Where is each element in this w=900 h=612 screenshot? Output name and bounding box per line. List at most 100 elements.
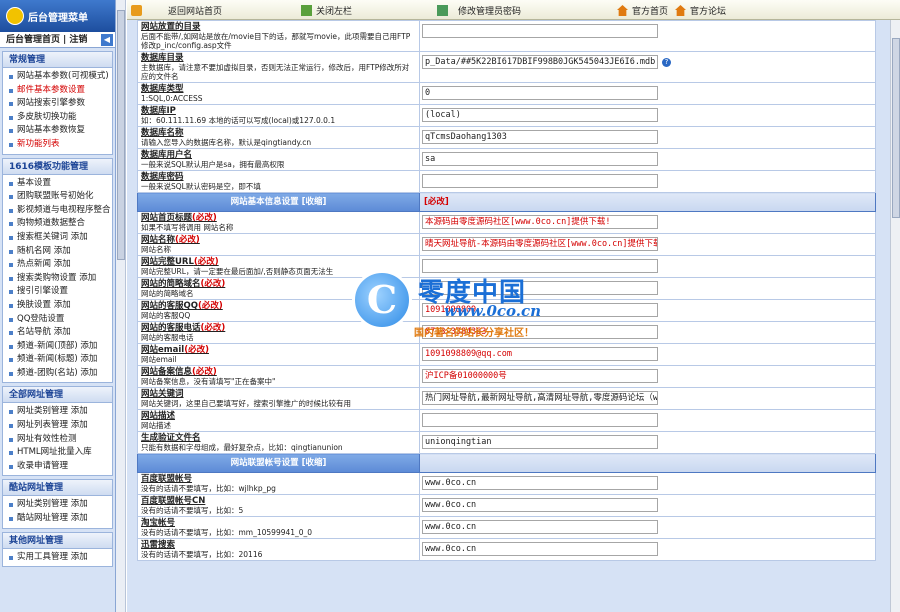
setting-input[interactable]: 晴天网址导航-本源码由零度源码社区[www.0co.cn]提供下载!: [422, 237, 658, 251]
sidebar-group-title[interactable]: 常规管理: [3, 52, 112, 68]
setting-title-text: 百度联盟帐号CN: [141, 496, 206, 506]
sidebar-item[interactable]: 酷站网址管理 添加: [3, 512, 112, 526]
sidebar-item[interactable]: 网址列表管理 添加: [3, 419, 112, 433]
setting-description: 1:SQL,0:ACCESS: [141, 94, 203, 103]
setting-input[interactable]: unionqingtian: [422, 435, 658, 449]
main-scroll-thumb[interactable]: [892, 38, 900, 218]
sidebar-group-title[interactable]: 其他网址管理: [3, 532, 112, 549]
admin-home-link[interactable]: 后台管理首页: [6, 32, 60, 48]
setting-description: 网站描述: [141, 421, 171, 430]
setting-title-text: 网站的客服电话: [141, 323, 201, 333]
official-home-link[interactable]: 官方首页: [617, 4, 668, 17]
sidebar-scrollbar[interactable]: [116, 0, 126, 612]
setting-input-wrap: p_Data/##5K22BI617DBIF998B0JGK545043JE6I…: [422, 55, 873, 69]
sidebar-item[interactable]: 实用工具管理 添加: [3, 551, 112, 565]
sidebar-item[interactable]: 搜引引擎设置: [3, 285, 112, 299]
sidebar-item[interactable]: 邮件基本参数设置: [3, 84, 112, 98]
close-left-link[interactable]: 关闭左栏: [301, 4, 352, 17]
sidebar-item[interactable]: 购物频道数据整合: [3, 217, 112, 231]
setting-input[interactable]: (local): [422, 108, 658, 122]
sidebar-item[interactable]: 频道-团购(名站) 添加: [3, 367, 112, 381]
sidebar-item[interactable]: 频道-新闻(标题) 添加: [3, 353, 112, 367]
sidebar-item[interactable]: 频道-新闻(顶部) 添加: [3, 340, 112, 354]
sidebar: 后台管理菜单 后台管理首页 | 注销 ◀ 常规管理 网站基本参数(可视模式) 邮件基…: [0, 0, 116, 612]
back-to-site-link[interactable]: 返回网站首页: [131, 4, 222, 17]
sidebar-item[interactable]: 收录申请管理: [3, 460, 112, 474]
setting-input[interactable]: [422, 413, 658, 427]
setting-input[interactable]: 1091098809@qq.com: [422, 347, 658, 361]
sidebar-item[interactable]: 网址有效性检测: [3, 433, 112, 447]
sidebar-item[interactable]: 团购联盟账号初始化: [3, 190, 112, 204]
setting-title-text: 网站关键词: [141, 389, 184, 399]
sidebar-scroll-thumb[interactable]: [117, 10, 125, 260]
sidebar-item[interactable]: 网站基本参数(可视模式): [3, 70, 112, 84]
official-forum-link[interactable]: 官方论坛: [675, 4, 726, 17]
change-password-link[interactable]: 修改管理员密码: [437, 4, 521, 17]
help-icon[interactable]: ?: [662, 57, 671, 67]
setting-input[interactable]: p_Data/##5K22BI617DBIF998B0JGK545043JE6I…: [422, 55, 658, 69]
sidebar-item[interactable]: 多皮肤切换功能: [3, 111, 112, 125]
setting-input[interactable]: qTcmsDaohang1303: [422, 130, 658, 144]
sidebar-item[interactable]: QQ登陆设置: [3, 313, 112, 327]
sidebar-item[interactable]: 随机名网 添加: [3, 245, 112, 259]
sidebar-group-list: 基本设置 团购联盟账号初始化 影视频道与电视程序整合 购物频道数据整合 搜索框关键词 添…: [3, 175, 112, 383]
setting-input[interactable]: [422, 259, 658, 273]
official-home-label: 官方首页: [632, 7, 669, 17]
sidebar-item[interactable]: 搜索类购物设置 添加: [3, 272, 112, 286]
setting-input[interactable]: 热门网址导航,最新网址导航,高清网址导航,零度源码论坛（www: [422, 391, 658, 405]
setting-input[interactable]: sa: [422, 152, 658, 166]
sidebar-item[interactable]: 搜索框关键词 添加: [3, 231, 112, 245]
home-icon: [131, 5, 142, 16]
setting-input[interactable]: 1091098809: [422, 303, 658, 317]
setting-input[interactable]: 本源码由零度源码社区[www.0co.cn]提供下载!: [422, 215, 658, 229]
setting-input[interactable]: [422, 174, 658, 188]
sidebar-item[interactable]: 名站导航 添加: [3, 326, 112, 340]
setting-input[interactable]: 0713-3384363: [422, 325, 658, 339]
setting-input[interactable]: 0: [422, 86, 658, 100]
setting-value-cell: 沪ICP备01000000号: [419, 365, 876, 388]
setting-row: 数据库名称 请输入您导入的数据库名称，默认是qingtiandy.cn qTcmsD…: [137, 126, 876, 149]
setting-input[interactable]: 沪ICP备01000000号: [422, 369, 658, 383]
sidebar-group-title[interactable]: 全部网址管理: [3, 387, 112, 404]
sidebar-item[interactable]: 网址类别管理 添加: [3, 498, 112, 512]
setting-title-text: 数据库密码: [141, 172, 184, 182]
sidebar-group-title[interactable]: 1616模板功能管理: [3, 158, 112, 175]
sidebar-item[interactable]: 基本设置: [3, 177, 112, 191]
setting-input[interactable]: www.0co.cn: [422, 542, 658, 556]
setting-label-cell: 数据库用户名 一般来说SQL默认用户是sa，拥有最高权限: [137, 148, 420, 171]
sidebar-item[interactable]: 影视频道与电视程序整合: [3, 204, 112, 218]
setting-title-text: 迅雷搜索: [141, 540, 176, 550]
setting-description: 没有的话请不要填写，比如：mm_10599941_0_0: [141, 528, 313, 537]
setting-description: 网站关键词，这里自己要填写好，搜索引擎推广的时候比较有用: [141, 399, 351, 408]
setting-title: 网站描述: [141, 411, 416, 421]
setting-input[interactable]: www.0co.cn: [422, 520, 658, 534]
sidebar-item[interactable]: HTML网址批量入库: [3, 446, 112, 460]
sidebar-group-title[interactable]: 酷站网址管理: [3, 480, 112, 497]
collapse-arrow-icon[interactable]: ◀: [101, 33, 113, 46]
setting-title-text: 网站完整URL: [141, 257, 194, 267]
sidebar-group: 常规管理网站基本参数(可视模式) 邮件基本参数设置 网站搜索引擎参数 多皮肤切换功能网…: [2, 51, 113, 155]
sidebar-title: 后台管理菜单: [28, 12, 88, 24]
section-title[interactable]: 网站基本信息设置 [收缩]: [137, 192, 420, 212]
setting-label-cell: 数据库IP 如：60.111.11.69 本地的话可以写成(local)或127.…: [137, 104, 420, 127]
sidebar-item[interactable]: 网站搜索引擎参数: [3, 97, 112, 111]
setting-input-wrap: 0713-3384363: [422, 325, 873, 339]
logout-link[interactable]: 注销: [69, 32, 87, 48]
setting-input[interactable]: www.0co.cn: [422, 476, 658, 490]
section-title[interactable]: 网站联盟帐号设置 [收缩]: [137, 453, 420, 473]
house-icon: [617, 5, 628, 16]
sidebar-item[interactable]: 新功能列表: [3, 138, 112, 152]
setting-input[interactable]: [422, 24, 658, 38]
setting-title-text: 淘宝帐号: [141, 518, 176, 528]
setting-input[interactable]: [422, 281, 658, 295]
setting-label-cell: 网站首页标题(必改) 如果不填写将调用 网站名称: [137, 211, 420, 234]
sidebar-item[interactable]: 换肤设置 添加: [3, 299, 112, 313]
sidebar-item[interactable]: 网址类别管理 添加: [3, 405, 112, 419]
main-scrollbar[interactable]: [890, 20, 900, 612]
sidebar-item[interactable]: 网站基本参数恢复: [3, 124, 112, 138]
sidebar-item[interactable]: 热点新闻 添加: [3, 258, 112, 272]
setting-input[interactable]: www.0co.cn: [422, 498, 658, 512]
setting-value-cell: 0713-3384363: [419, 321, 876, 344]
section-required-note: [必改]: [419, 192, 876, 212]
required-tag: (必改): [200, 279, 226, 289]
